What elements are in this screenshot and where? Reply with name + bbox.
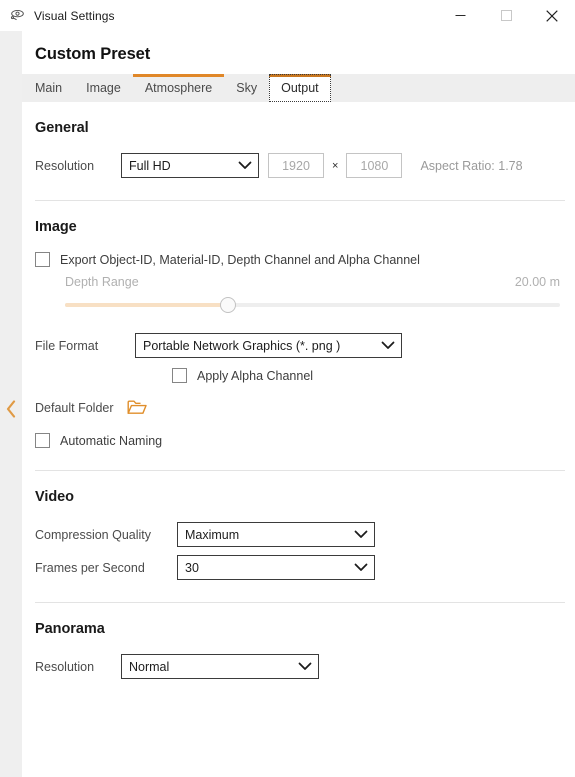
automatic-naming-label: Automatic Naming (60, 433, 163, 448)
tab-indicator (132, 74, 225, 77)
compression-quality-select[interactable]: Maximum (177, 522, 375, 547)
depth-range-value: 20.00 m (514, 275, 560, 289)
frames-per-second-row: Frames per Second 30 (35, 555, 565, 580)
height-input[interactable]: 1080 (346, 153, 403, 178)
resolution-select[interactable]: Full HD (121, 153, 259, 178)
depth-range-label: Depth Range (65, 275, 139, 289)
resolution-select-value: Full HD (129, 158, 171, 173)
window-body: Custom Preset Main Image Atmosphere Sky … (0, 31, 575, 777)
minimize-icon (455, 15, 465, 16)
section-title-general: General (35, 120, 89, 136)
depth-range-header: Depth Range 20.00 m (35, 275, 565, 289)
panorama-resolution-select[interactable]: Normal (121, 654, 319, 679)
aspect-ratio-value: Aspect Ratio: 1.78 (420, 158, 523, 173)
tab-label: Sky (236, 81, 258, 95)
minimize-button[interactable] (437, 0, 483, 31)
tab-label: Atmosphere (144, 81, 213, 95)
chevron-down-icon (238, 159, 252, 173)
compression-quality-row: Compression Quality Maximum (35, 522, 565, 547)
file-format-select[interactable]: Portable Network Graphics (*. png ) (135, 333, 402, 358)
chevron-down-icon (298, 660, 312, 674)
general-resolution-row: Resolution Full HD 1920 × 1080 Aspect Ra… (35, 153, 565, 178)
slider-thumb[interactable] (220, 297, 237, 313)
chevron-down-icon (354, 561, 368, 575)
apply-alpha-checkbox[interactable] (172, 368, 187, 383)
tab-indicator (269, 74, 331, 77)
close-button[interactable] (529, 0, 575, 31)
frames-per-second-label: Frames per Second (35, 560, 145, 575)
section-title-image: Image (35, 219, 77, 235)
frames-per-second-select[interactable]: 30 (177, 555, 375, 580)
tab-indicator (224, 74, 269, 77)
section-title-panorama: Panorama (35, 621, 105, 637)
section-panorama: Panorama Resolution Normal (35, 603, 565, 679)
collapse-panel-button[interactable] (3, 398, 19, 420)
chevron-left-icon (6, 400, 15, 418)
panorama-resolution-value: Normal (129, 659, 170, 674)
close-icon (546, 9, 558, 22)
panorama-resolution-row: Resolution Normal (35, 654, 565, 679)
folder-icon[interactable] (127, 399, 147, 416)
tab-indicator (74, 74, 133, 77)
chevron-down-icon (381, 339, 395, 353)
width-input[interactable]: 1920 (268, 153, 324, 178)
depth-range-slider[interactable] (65, 297, 560, 313)
dimension-separator: × (332, 159, 339, 172)
tab-sky[interactable]: Sky (224, 74, 269, 102)
automatic-naming-checkbox[interactable] (35, 433, 50, 448)
panorama-resolution-label: Resolution (35, 659, 95, 674)
file-format-select-value: Portable Network Graphics (*. png ) (143, 338, 341, 353)
export-channels-row[interactable]: Export Object-ID, Material-ID, Depth Cha… (35, 252, 565, 267)
depth-range-slider-row: Depth Range 20.00 m (35, 275, 565, 313)
tab-indicator (23, 74, 74, 77)
width-value: 1920 (282, 158, 310, 173)
tab-bar: Main Image Atmosphere Sky Output (22, 74, 575, 102)
section-general: General Resolution Full HD 1920 × 1080 A… (35, 102, 565, 201)
compression-quality-label: Compression Quality (35, 527, 152, 542)
default-folder-label: Default Folder (35, 400, 114, 415)
chevron-down-icon (354, 528, 368, 542)
left-rail (0, 31, 22, 777)
tab-image[interactable]: Image (74, 74, 133, 102)
title-bar: Visual Settings (0, 0, 575, 31)
maximize-button[interactable] (483, 0, 529, 31)
tab-label: Main (35, 81, 63, 95)
apply-alpha-label: Apply Alpha Channel (197, 368, 314, 383)
frames-per-second-value: 30 (185, 560, 199, 575)
settings-panel: Custom Preset Main Image Atmosphere Sky … (22, 31, 575, 777)
output-settings-content: General Resolution Full HD 1920 × 1080 A… (22, 102, 575, 777)
export-channels-label: Export Object-ID, Material-ID, Depth Cha… (60, 252, 420, 267)
compression-quality-value: Maximum (185, 527, 240, 542)
height-value: 1080 (360, 158, 389, 173)
window-controls (437, 0, 575, 31)
visual-settings-icon (9, 8, 25, 24)
tab-main[interactable]: Main (23, 74, 74, 102)
window-title: Visual Settings (34, 8, 115, 23)
apply-alpha-row[interactable]: Apply Alpha Channel (35, 368, 565, 383)
section-video: Video Compression Quality Maximum Frames… (35, 471, 565, 603)
default-folder-row: Default Folder (35, 399, 565, 416)
page-title: Custom Preset (35, 45, 151, 63)
export-channels-checkbox[interactable] (35, 252, 50, 267)
slider-fill (65, 303, 229, 307)
automatic-naming-row[interactable]: Automatic Naming (35, 433, 565, 448)
section-image: Image Export Object-ID, Material-ID, Dep… (35, 201, 565, 471)
tab-label: Output (281, 81, 319, 95)
resolution-label: Resolution (35, 158, 95, 173)
section-title-video: Video (35, 489, 74, 505)
tab-label: Image (86, 81, 121, 95)
tab-atmosphere[interactable]: Atmosphere (132, 74, 225, 102)
visual-settings-window: Visual Settings Custom Preset Main Image… (0, 0, 575, 777)
file-format-label: File Format (35, 338, 99, 353)
preset-header: Custom Preset (22, 31, 575, 74)
file-format-row: File Format Portable Network Graphics (*… (35, 333, 565, 358)
tab-output[interactable]: Output (269, 74, 331, 102)
maximize-icon (500, 10, 512, 21)
